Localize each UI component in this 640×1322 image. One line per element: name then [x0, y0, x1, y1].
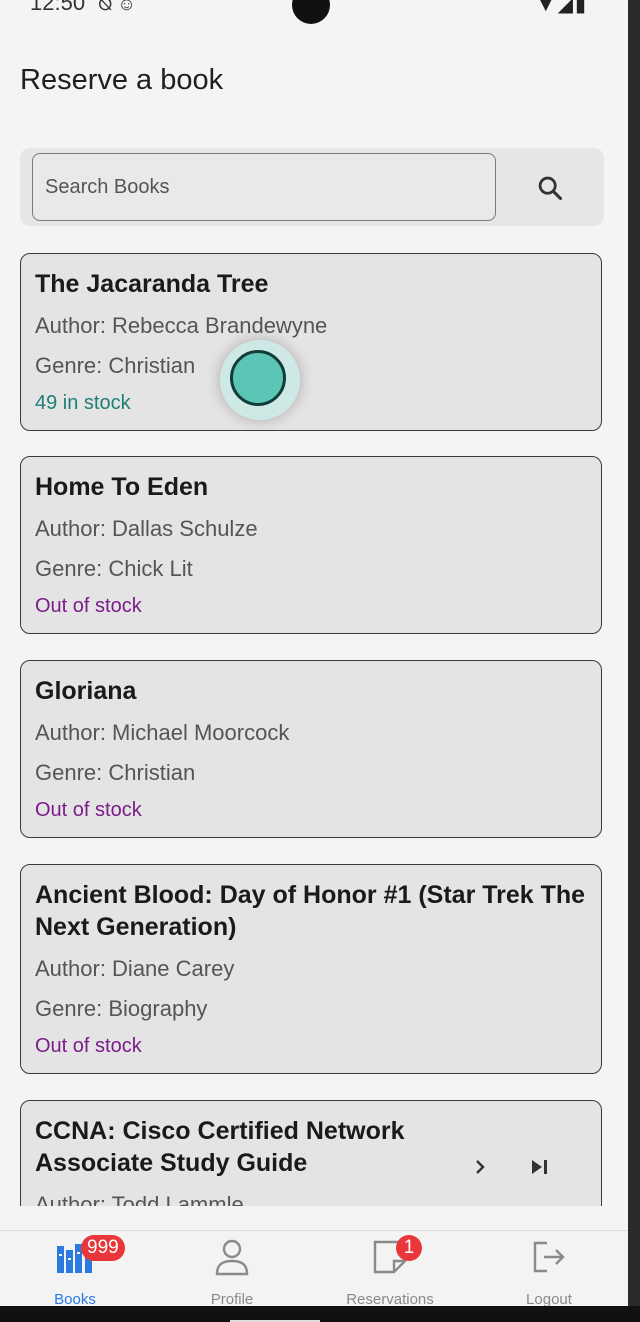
search-icon	[538, 176, 563, 201]
search-input[interactable]: Search Books	[32, 153, 496, 221]
nav-reservations-icon-wrap: 1	[370, 1235, 422, 1277]
app-header: Reserve a book	[0, 30, 628, 124]
bottom-navigation: 999 Books Profile 1 Reservations Logout	[0, 1230, 628, 1308]
book-author: Author: Michael Moorcock	[35, 720, 290, 745]
logout-icon	[533, 1241, 565, 1273]
book-author: Author: Dallas Schulze	[35, 516, 258, 541]
book-stock-status: 49 in stock	[35, 392, 131, 414]
books-badge: 999	[81, 1235, 125, 1261]
nav-profile[interactable]: Profile	[172, 1237, 292, 1308]
book-card[interactable]: Ancient Blood: Day of Honor #1 (Star Tre…	[20, 864, 602, 1074]
book-card[interactable]: Home To Eden Author: Dallas Schulze Genr…	[20, 456, 602, 634]
signal-battery-icons: ▼◢▮	[535, 0, 588, 16]
camera-cutout	[292, 0, 330, 24]
book-author: Author: Rebecca Brandewyne	[35, 313, 328, 338]
book-author: Author: Diane Carey	[35, 956, 235, 981]
nav-logout-icon-wrap	[529, 1237, 569, 1277]
book-stock-status: Out of stock	[35, 595, 142, 617]
status-time: 12:50	[30, 0, 86, 15]
touch-dot	[230, 350, 286, 406]
book-stock-status: Out of stock	[35, 799, 142, 821]
book-stock-status: Out of stock	[35, 1035, 142, 1057]
nav-books[interactable]: 999 Books	[15, 1235, 135, 1308]
touch-indicator	[220, 340, 300, 420]
book-title: The Jacaranda Tree	[35, 270, 269, 298]
book-genre: Genre: Christian	[35, 353, 196, 378]
pager	[470, 1150, 580, 1184]
book-author: Author: Todd Lammle	[35, 1192, 244, 1206]
page-title: Reserve a book	[20, 64, 224, 96]
nav-books-icon-wrap: 999	[55, 1235, 125, 1277]
skip-last-icon[interactable]	[528, 1157, 552, 1177]
book-list[interactable]: The Jacaranda Tree Author: Rebecca Brand…	[0, 236, 628, 1206]
book-title: Ancient Blood: Day of Honor #1 (Star Tre…	[35, 881, 586, 941]
status-bar: 12:50 ⦰ ☺ ▼◢▮	[0, 0, 628, 30]
notification-icons: ⦰ ☺	[98, 0, 136, 14]
reservations-badge: 1	[396, 1235, 422, 1261]
book-title: Home To Eden	[35, 473, 209, 501]
screen-edge	[628, 0, 640, 1322]
book-title: Gloriana	[35, 677, 137, 705]
book-genre: Genre: Chick Lit	[35, 556, 193, 581]
chevron-right-icon[interactable]	[470, 1157, 490, 1177]
nav-logout[interactable]: Logout	[489, 1237, 609, 1308]
book-genre: Genre: Christian	[35, 760, 196, 785]
person-icon	[215, 1239, 249, 1276]
book-genre: Genre: Biography	[35, 996, 208, 1021]
nav-profile-icon-wrap	[212, 1237, 252, 1277]
system-navigation-bar	[0, 1306, 640, 1322]
nav-reservations[interactable]: 1 Reservations	[330, 1235, 450, 1308]
book-card[interactable]: Gloriana Author: Michael Moorcock Genre:…	[20, 660, 602, 838]
book-card[interactable]: The Jacaranda Tree Author: Rebecca Brand…	[20, 253, 602, 431]
search-button[interactable]	[530, 168, 570, 208]
search-bar: Search Books	[20, 148, 604, 226]
